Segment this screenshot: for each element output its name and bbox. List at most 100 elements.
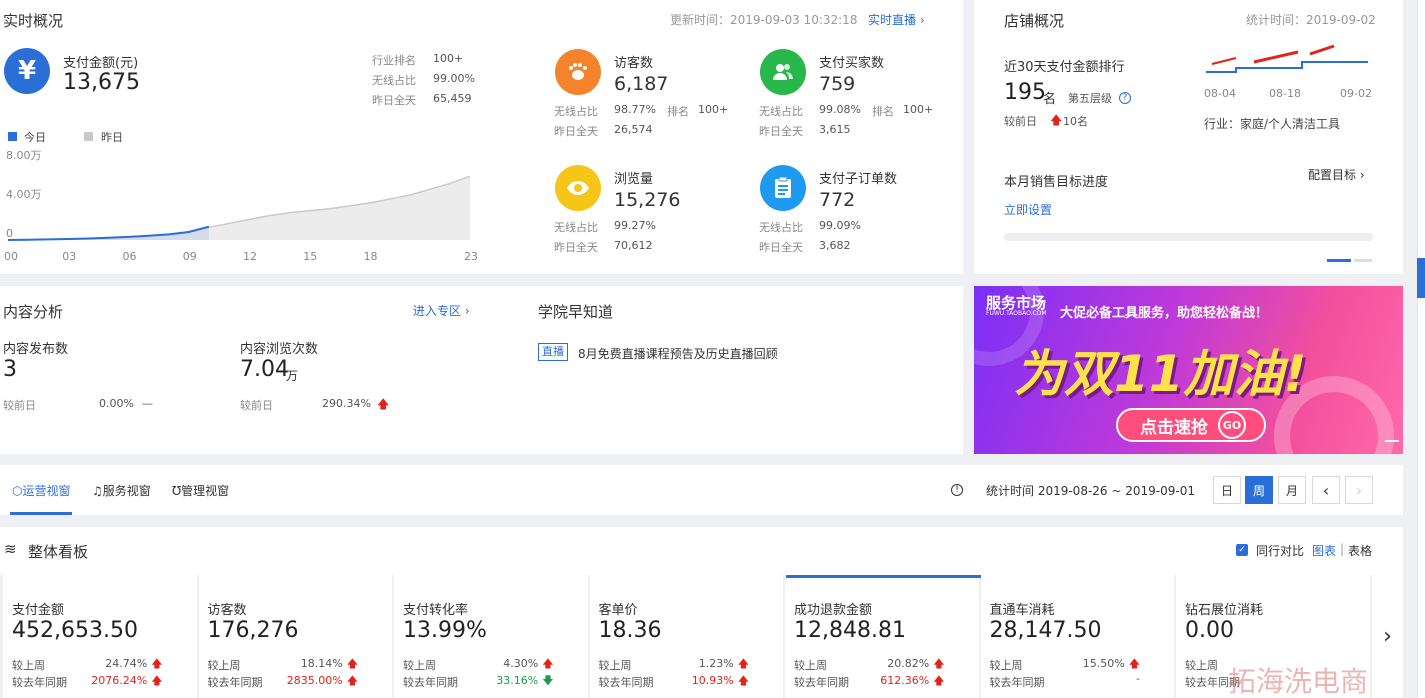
board-metric-card[interactable]: 支付转化率 13.99% 较上周 4.30% 🡅 较去年同期 33.16% 🡇	[394, 575, 589, 698]
period-week[interactable]: 周	[1245, 476, 1273, 504]
content-view-value: 7.04	[240, 357, 289, 382]
metric-yesterday-value: 3,682	[819, 239, 851, 252]
rank-compare-label: 较前日	[1004, 115, 1037, 128]
legend-yesterday: 昨日	[101, 131, 123, 144]
rank-title: 近30天支付金额排行	[1004, 60, 1125, 75]
content-pub-label: 内容发布数	[3, 342, 69, 357]
board-next-button[interactable]: ›	[1372, 575, 1403, 698]
next-period-button[interactable]: ›	[1345, 476, 1373, 504]
prev-period-button[interactable]: ‹	[1312, 476, 1340, 504]
board-metric-year-label: 较去年同期	[989, 676, 1045, 689]
peer-checkbox[interactable]: ✓	[1236, 544, 1248, 556]
board-metric-card[interactable]: 访客数 176,276 较上周 18.14% 🡅 较去年同期 2835.00% 🡅	[198, 575, 393, 698]
x-tick-label: 18	[364, 250, 378, 263]
board-metric-card[interactable]: 成功退款金额 12,848.81 较上周 20.82% 🡅 较去年同期 612.36% 🡅	[785, 575, 980, 698]
live-link[interactable]: 实时直播 ›	[868, 11, 925, 28]
board-metric-label: 直通车消耗	[989, 603, 1055, 618]
metric-mobile-label: 无线占比	[554, 221, 598, 234]
view-chart-link[interactable]: 图表	[1312, 542, 1336, 559]
view-table-link[interactable]: 表格	[1348, 542, 1372, 559]
shop-panel: 店铺概况 统计时间：2019-09-02 近30天支付金额排行 195 名 第五…	[974, 0, 1403, 274]
pay-row-value: 65,459	[433, 92, 472, 105]
goal-set-link[interactable]: 立即设置	[1004, 201, 1052, 218]
pay-label: 支付金额(元)	[63, 56, 139, 71]
footprint-icon	[555, 49, 601, 95]
carousel-dot-active[interactable]	[1327, 259, 1351, 262]
y-tick-label: 8.00万	[6, 150, 42, 162]
board-metric-week-label: 较上周	[207, 659, 241, 672]
content-view-cmp-value: 290.34%	[322, 397, 371, 410]
info-icon[interactable]: !	[951, 484, 963, 496]
banner-cta-button[interactable]: 点击速抢 GO	[1116, 408, 1266, 442]
board-metric-card[interactable]: 直通车消耗 28,147.50 较上周 15.50% 🡅 较去年同期 -	[980, 575, 1175, 698]
board-metric-year-label: 较去年同期	[598, 676, 654, 689]
enter-zone-link[interactable]: 进入专区 ›	[413, 302, 470, 319]
academy-item-link[interactable]: 8月免费直播课程预告及历史直播回顾	[578, 345, 778, 362]
board-metric-value: 13.99%	[403, 618, 487, 643]
board-metric-year: 10.93% 🡅	[692, 672, 749, 691]
metric-yesterday-label: 昨日全天	[759, 241, 803, 254]
metric-yesterday-label: 昨日全天	[554, 125, 598, 138]
period-month[interactable]: 月	[1278, 476, 1306, 504]
metric-rank-label: 排名	[667, 105, 689, 118]
metric-rank-value: 100+	[698, 103, 729, 116]
layers-icon: ≋	[4, 540, 17, 558]
metric-mobile-value: 99.08%	[819, 103, 861, 116]
board-metric-value: 28,147.50	[989, 618, 1102, 643]
metric-mobile-label: 无线占比	[759, 221, 803, 234]
banner-cta-label: 点击速抢	[1140, 417, 1208, 438]
arrow-up-icon: 🡅	[933, 657, 945, 670]
board-metric-card[interactable]: 客单价 18.36 较上周 1.23% 🡅 较去年同期 10.93% 🡅	[589, 575, 784, 698]
metric-yesterday-value: 70,612	[614, 239, 653, 252]
metric-value: 6,187	[614, 73, 669, 95]
board-metric-label: 成功退款金额	[794, 603, 873, 618]
legend-today-swatch	[8, 132, 17, 141]
side-panel-indicator[interactable]	[1417, 258, 1425, 298]
board-metric-week-label: 较上周	[598, 659, 632, 672]
x-tick-label: 00	[4, 250, 18, 263]
carousel-dot[interactable]	[1354, 259, 1372, 262]
pay-row-value: 100+	[433, 52, 464, 65]
series-yesterday-area	[8, 176, 470, 240]
x-tick-label: 12	[243, 250, 257, 263]
help-icon[interactable]: ?	[1119, 92, 1131, 104]
pay-row-label: 行业排名	[372, 54, 416, 67]
pay-row-label: 无线占比	[372, 74, 416, 87]
management-icon: Ʊ	[172, 484, 182, 498]
industry-label: 行业：家庭/个人清洁工具	[1204, 117, 1341, 131]
period-day[interactable]: 日	[1213, 476, 1241, 504]
metric-label: 浏览量	[614, 172, 654, 187]
banner-headline: 为双11加油!	[1014, 345, 1307, 403]
metric-mobile-value: 99.09%	[819, 219, 861, 232]
goal-progress-bar	[1004, 233, 1373, 241]
board-metric-value: 452,653.50	[12, 618, 138, 643]
board-metric-label: 访客数	[207, 603, 247, 618]
enter-zone-label: 进入专区	[413, 304, 462, 318]
tab-management[interactable]: Ʊ管理视窗	[172, 482, 229, 499]
arrow-up-icon: 🡅	[346, 674, 358, 687]
board-metric-year-label: 较去年同期	[403, 676, 458, 689]
board-metric-card[interactable]: 支付金额 452,653.50 较上周 24.74% 🡅 较去年同期 2076.24% 🡅	[3, 575, 198, 698]
tab-operations-label: 运营视窗	[22, 484, 71, 498]
content-view-label: 内容浏览次数	[240, 342, 319, 357]
board-metric-week-value: 15.50%	[1082, 657, 1125, 670]
buyers-icon	[760, 49, 806, 95]
board-metric-value: 18.36	[598, 618, 662, 643]
goal-config-link[interactable]: 配置目标 ›	[1308, 166, 1365, 183]
peer-label: 同行对比	[1256, 544, 1305, 558]
board-metric-week-label: 较上周	[794, 659, 827, 672]
rank-date: 08-04	[1204, 87, 1236, 100]
goal-config-label: 配置目标	[1308, 168, 1357, 182]
tab-operations[interactable]: ⬡运营视窗	[12, 482, 71, 499]
promo-banner[interactable]: 服务市场 FUWU.TAOBAO.COM 大促必备工具服务，助您轻松备战！ 为双…	[974, 286, 1403, 454]
metric-mobile-label: 无线占比	[554, 105, 598, 118]
board-active-indicator	[786, 575, 981, 578]
tab-service[interactable]: ♫服务视窗	[92, 482, 151, 499]
x-tick-label: 03	[62, 250, 76, 263]
pay-value: 13,675	[63, 70, 140, 95]
shop-title: 店铺概况	[1004, 12, 1065, 30]
board-metric-label: 钻石展位消耗	[1185, 603, 1264, 618]
operations-icon: ⬡	[12, 484, 23, 498]
banner-indicator[interactable]	[1385, 440, 1399, 442]
metric-mobile-value: 99.27%	[614, 219, 656, 232]
